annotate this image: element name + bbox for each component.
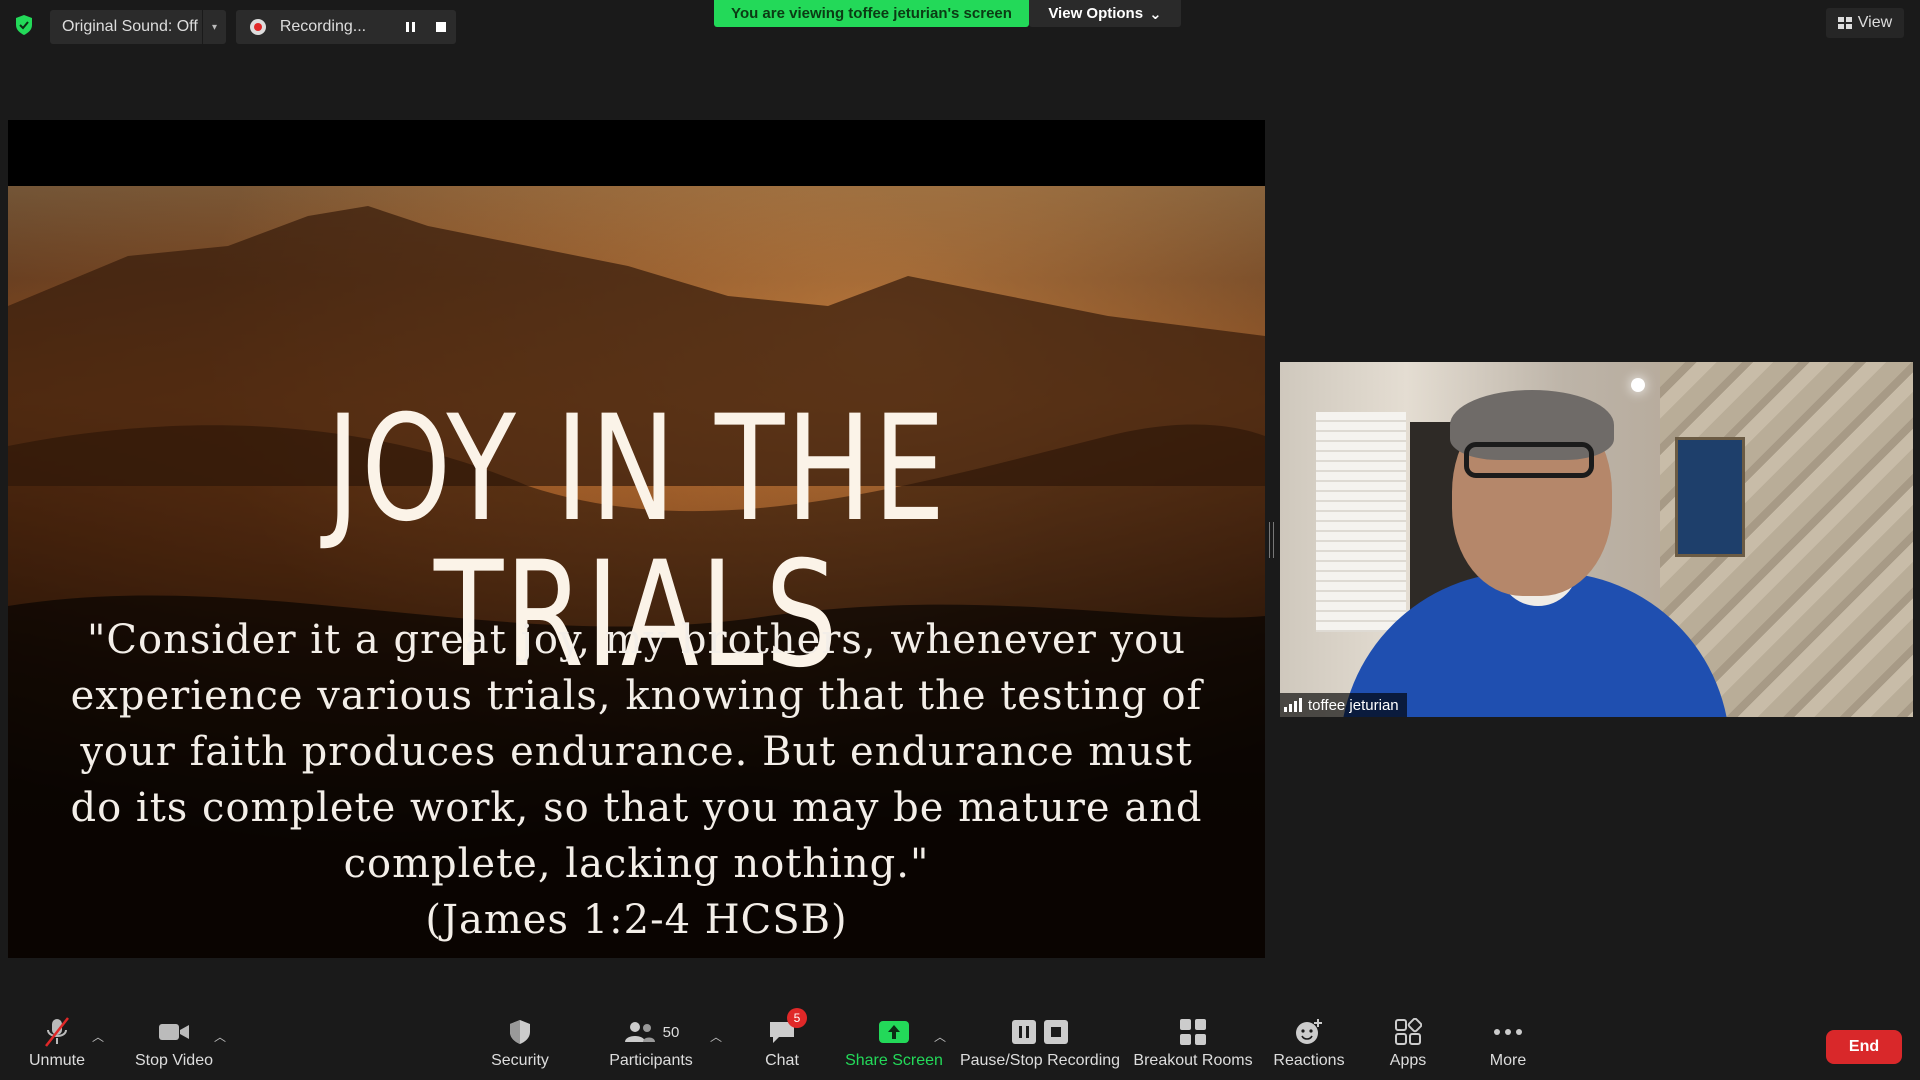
stop-recording-button[interactable] — [426, 10, 456, 44]
shield-check-icon[interactable] — [14, 14, 34, 36]
security-button[interactable]: Security — [490, 1014, 550, 1080]
participants-button[interactable]: 50 Participants — [606, 1014, 696, 1080]
security-label[interactable]: Security — [491, 1052, 549, 1070]
view-button-label[interactable]: View — [1858, 14, 1892, 32]
quote-line: do its complete work, so that you may be… — [70, 785, 1203, 831]
participant-glasses — [1464, 442, 1594, 478]
stop-video-label[interactable]: Stop Video — [135, 1052, 213, 1070]
grid-view-icon — [1837, 17, 1852, 29]
share-screen-icon — [878, 1014, 910, 1050]
slide-quote: "Consider it a great joy, my brothers, w… — [48, 612, 1225, 948]
chevron-up-icon[interactable]: ︿ — [710, 1028, 722, 1045]
recording-label: Recording... — [279, 18, 367, 35]
pause-stop-recording-label[interactable]: Pause/Stop Recording — [960, 1052, 1120, 1070]
end-meeting-button[interactable]: End — [1826, 1030, 1902, 1064]
quote-line: "Consider it a great joy, my brothers, w… — [87, 617, 1186, 663]
video-camera-icon — [158, 1014, 190, 1050]
more-label[interactable]: More — [1490, 1052, 1526, 1070]
viewing-screen-banner: You are viewing toffee jeturian's screen — [714, 0, 1029, 27]
background-window-shutters — [1316, 412, 1406, 632]
chevron-down-icon: ⌄ — [1149, 5, 1162, 23]
pause-stop-recording-button[interactable]: Pause/Stop Recording — [960, 1014, 1120, 1080]
participants-count: 50 — [662, 1023, 680, 1041]
participant-video[interactable]: toffee jeturian — [1280, 362, 1913, 717]
background-painting — [1675, 437, 1745, 557]
share-screen-label[interactable]: Share Screen — [845, 1052, 943, 1070]
ellipsis-icon — [1493, 1014, 1523, 1050]
reactions-label[interactable]: Reactions — [1273, 1052, 1344, 1070]
recording-indicator: Recording... — [236, 10, 456, 44]
view-options-label[interactable]: View Options — [1048, 5, 1143, 22]
view-button[interactable]: View — [1826, 8, 1904, 38]
pause-icon — [1012, 1020, 1036, 1044]
participant-name-tag: toffee jeturian — [1280, 693, 1407, 717]
breakout-rooms-label[interactable]: Breakout Rooms — [1133, 1052, 1252, 1070]
resize-handle[interactable] — [1269, 522, 1274, 558]
chevron-up-icon[interactable]: ︿ — [92, 1028, 104, 1045]
participants-icon-group: 50 — [623, 1014, 680, 1050]
share-screen-button[interactable]: Share Screen — [845, 1014, 943, 1080]
people-icon — [624, 1022, 655, 1042]
chevron-down-icon[interactable]: ▾ — [202, 10, 226, 44]
reactions-button[interactable]: Reactions — [1273, 1014, 1345, 1080]
top-bar: Original Sound: Off ▾ Recording... You a… — [0, 0, 1920, 50]
view-options-button[interactable]: View Options ⌄ — [1029, 0, 1181, 27]
stop-icon — [436, 22, 447, 32]
breakout-rooms-icon — [1179, 1014, 1207, 1050]
pause-stop-icon — [1011, 1014, 1069, 1050]
original-sound-toggle[interactable]: Original Sound: Off ▾ — [50, 10, 226, 44]
quote-line: experience various trials, knowing that … — [70, 673, 1203, 719]
chat-unread-badge: 5 — [787, 1008, 807, 1028]
original-sound-label[interactable]: Original Sound: Off — [50, 18, 202, 36]
meeting-toolbar: Unmute ︿ Stop Video ︿ Security 50 Partic… — [0, 1000, 1920, 1080]
quote-line: complete, lacking nothing." — [343, 841, 930, 887]
apps-label[interactable]: Apps — [1390, 1052, 1426, 1070]
pause-icon — [406, 22, 416, 32]
apps-icon — [1394, 1014, 1422, 1050]
ceiling-light — [1631, 378, 1645, 392]
record-icon — [250, 19, 266, 35]
apps-button[interactable]: Apps — [1386, 1014, 1430, 1080]
chat-button[interactable]: 5 Chat — [762, 1008, 807, 1080]
chevron-up-icon[interactable]: ︿ — [214, 1028, 226, 1045]
breakout-rooms-button[interactable]: Breakout Rooms — [1133, 1014, 1253, 1080]
signal-strength-icon — [1284, 698, 1302, 712]
participants-label[interactable]: Participants — [609, 1052, 693, 1070]
chat-bubble-icon: 5 — [767, 1008, 807, 1050]
shield-icon — [508, 1014, 532, 1050]
chevron-up-icon[interactable]: ︿ — [934, 1028, 946, 1045]
chat-label[interactable]: Chat — [765, 1052, 799, 1070]
pause-recording-button[interactable] — [397, 10, 427, 44]
quote-line: your faith produces endurance. But endur… — [80, 729, 1193, 775]
microphone-muted-icon — [42, 1014, 72, 1050]
stop-icon — [1044, 1020, 1068, 1044]
stop-video-button[interactable]: Stop Video — [134, 1014, 214, 1080]
emoji-plus-icon — [1294, 1014, 1324, 1050]
unmute-button[interactable]: Unmute — [26, 1014, 88, 1080]
shared-screen: JOY IN THE TRIALS "Consider it a great j… — [8, 120, 1265, 958]
participant-name: toffee jeturian — [1308, 696, 1399, 714]
quote-reference: (James 1:2-4 HCSB) — [425, 897, 848, 943]
unmute-label[interactable]: Unmute — [29, 1052, 85, 1070]
more-button[interactable]: More — [1484, 1014, 1532, 1080]
